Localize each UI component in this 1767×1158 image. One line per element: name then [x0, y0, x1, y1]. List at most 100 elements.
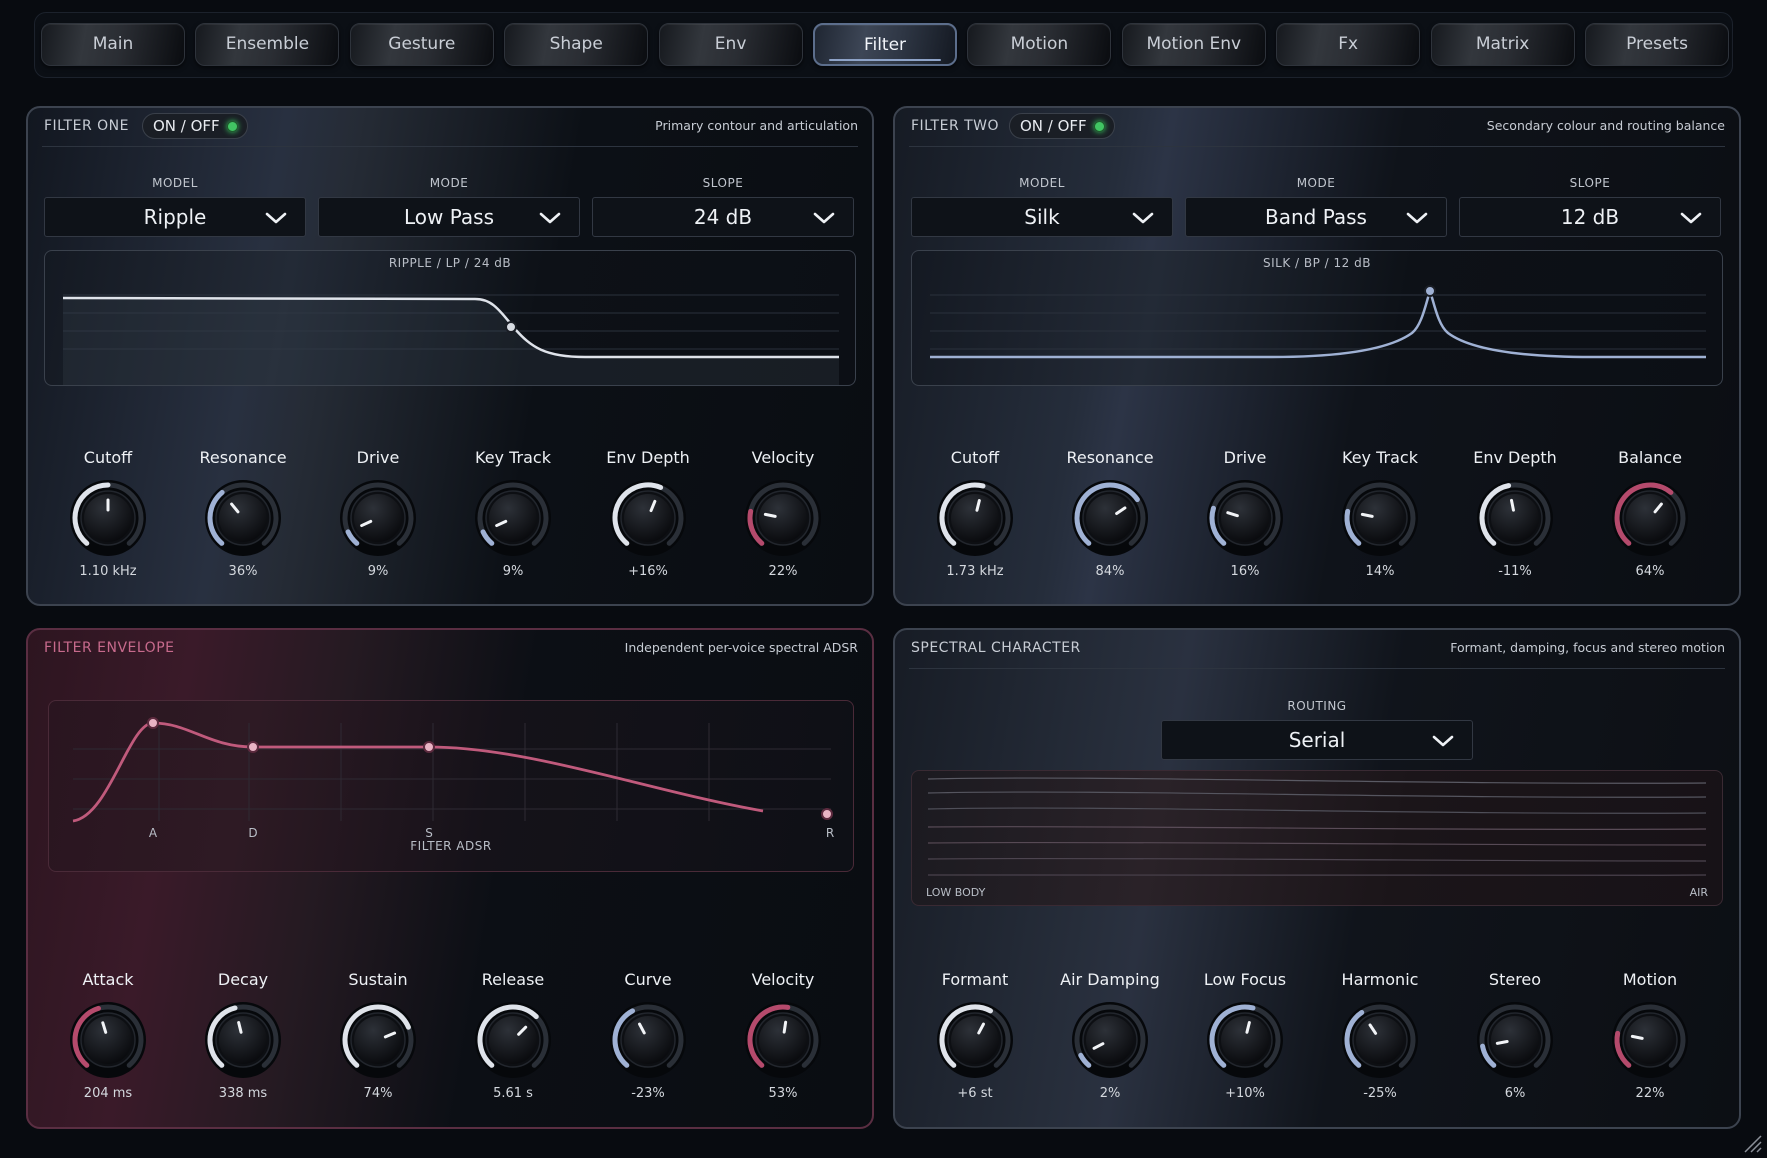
toggle-label: ON / OFF: [1020, 117, 1087, 135]
knob-value: -11%: [1498, 564, 1532, 579]
select-value: Band Pass: [1265, 205, 1367, 229]
knob-value: 22%: [768, 564, 798, 579]
knob-value: 64%: [1635, 564, 1665, 579]
knob-label: Release: [481, 970, 545, 989]
knob-dial-icon: [1072, 1002, 1148, 1078]
tab-presets[interactable]: Presets: [1585, 23, 1729, 66]
knob-label: Air Damping: [1060, 970, 1160, 989]
knob-drive[interactable]: Drive 9%: [318, 448, 438, 579]
knob-attack[interactable]: Attack 204 ms: [48, 970, 168, 1101]
filter-two-power-toggle[interactable]: ON / OFF: [1009, 113, 1115, 139]
filter-one-response-graph[interactable]: RIPPLE / LP / 24 dB: [44, 250, 856, 386]
sustain-point-label: S: [425, 826, 433, 840]
knob-dial-icon: [745, 1002, 821, 1078]
tab-motion[interactable]: Motion: [967, 23, 1112, 66]
knob-low-focus[interactable]: Low Focus +10%: [1185, 970, 1305, 1101]
knob-value: 16%: [1230, 564, 1260, 579]
knob-label: Curve: [624, 970, 672, 989]
knob-value: 204 ms: [83, 1086, 133, 1101]
chevron-down-icon: [1132, 212, 1154, 224]
filter-two-model-select[interactable]: Silk: [911, 197, 1173, 237]
knob-release[interactable]: Release 5.61 s: [453, 970, 573, 1101]
knob-label: Formant: [941, 970, 1009, 989]
filter-one-model-select[interactable]: Ripple: [44, 197, 306, 237]
resize-grip-icon[interactable]: [1741, 1132, 1763, 1154]
knob-resonance[interactable]: Resonance 36%: [183, 448, 303, 579]
decay-point-icon: [247, 741, 259, 753]
tab-gesture[interactable]: Gesture: [349, 23, 494, 66]
routing-label: ROUTING: [1287, 699, 1347, 713]
knob-label: Stereo: [1488, 970, 1542, 989]
knob-label: Drive: [356, 448, 400, 467]
filter-adsr-graph[interactable]: A D S R FILTER ADSR: [48, 700, 854, 872]
filter-one-slope-select[interactable]: 24 dB: [592, 197, 854, 237]
knob-stereo[interactable]: Stereo 6%: [1455, 970, 1575, 1101]
air-label: AIR: [1689, 886, 1708, 899]
knob-key-track[interactable]: Key Track 9%: [453, 448, 573, 579]
knob-harmonic[interactable]: Harmonic -25%: [1320, 970, 1440, 1101]
knob-dial-icon: [610, 1002, 686, 1078]
knob-label: Decay: [217, 970, 269, 989]
knob-label: Velocity: [751, 448, 815, 467]
knob-air-damping[interactable]: Air Damping 2%: [1050, 970, 1170, 1101]
release-point-label: R: [826, 826, 834, 840]
knob-resonance[interactable]: Resonance 84%: [1050, 448, 1170, 579]
tab-main[interactable]: Main: [41, 23, 185, 66]
knob-formant[interactable]: Formant +6 st: [915, 970, 1035, 1101]
cutoff-handle-icon: [505, 321, 517, 333]
knob-key-track[interactable]: Key Track 14%: [1320, 448, 1440, 579]
knob-env-depth[interactable]: Env Depth -11%: [1455, 448, 1575, 579]
knob-label: Env Depth: [606, 448, 690, 467]
spectral-character-display: LOW BODY AIR: [911, 770, 1723, 906]
knob-label: Low Focus: [1203, 970, 1287, 989]
graph-caption: FILTER ADSR: [410, 839, 492, 853]
knob-sustain[interactable]: Sustain 74%: [318, 970, 438, 1101]
knob-velocity[interactable]: Velocity 53%: [723, 970, 843, 1101]
panel-subtitle: Independent per-voice spectral ADSR: [624, 640, 858, 655]
tab-bar: Main Ensemble Gesture Shape Env Filter Motion M…: [34, 12, 1733, 78]
chevron-down-icon: [1432, 735, 1454, 747]
knob-label: Drive: [1223, 448, 1267, 467]
knob-drive[interactable]: Drive 16%: [1185, 448, 1305, 579]
tab-shape[interactable]: Shape: [504, 23, 649, 66]
filter-two-response-graph[interactable]: SILK / BP / 12 dB: [911, 250, 1723, 386]
tab-matrix[interactable]: Matrix: [1430, 23, 1575, 66]
knob-curve[interactable]: Curve -23%: [588, 970, 708, 1101]
knob-label: Key Track: [475, 448, 551, 467]
knob-dial-icon: [1342, 480, 1418, 556]
knob-cutoff[interactable]: Cutoff 1.73 kHz: [915, 448, 1035, 579]
cutoff-handle-icon: [1424, 285, 1436, 297]
knob-dial-icon: [745, 480, 821, 556]
tab-motion-env[interactable]: Motion Env: [1121, 23, 1266, 66]
filter-one-mode-select[interactable]: Low Pass: [318, 197, 580, 237]
tab-ensemble[interactable]: Ensemble: [195, 23, 340, 66]
knob-label: Resonance: [1066, 448, 1154, 467]
knob-label: Velocity: [751, 970, 815, 989]
spectral-character-panel: SPECTRAL CHARACTER Formant, damping, foc…: [893, 628, 1741, 1129]
knob-motion[interactable]: Motion 22%: [1590, 970, 1710, 1101]
filter-two-slope-select[interactable]: 12 dB: [1459, 197, 1721, 237]
knob-value: 6%: [1504, 1086, 1526, 1101]
knob-dial-icon: [937, 480, 1013, 556]
knob-env-depth[interactable]: Env Depth +16%: [588, 448, 708, 579]
tab-fx[interactable]: Fx: [1276, 23, 1421, 66]
filter-two-mode-select[interactable]: Band Pass: [1185, 197, 1447, 237]
panel-subtitle: Formant, damping, focus and stereo motio…: [1450, 640, 1725, 655]
knob-cutoff[interactable]: Cutoff 1.10 kHz: [48, 448, 168, 579]
knob-dial-icon: [1207, 480, 1283, 556]
knob-value: 74%: [363, 1086, 393, 1101]
routing-select[interactable]: Serial: [1161, 720, 1473, 760]
knob-dial-icon: [1207, 1002, 1283, 1078]
bandpass-curve: [930, 285, 1706, 359]
knob-label: Balance: [1618, 448, 1682, 467]
knob-dial-icon: [1477, 480, 1553, 556]
tab-env[interactable]: Env: [658, 23, 803, 66]
panel-title: FILTER ENVELOPE: [44, 640, 175, 656]
knob-decay[interactable]: Decay 338 ms: [183, 970, 303, 1101]
knob-value: 84%: [1095, 564, 1125, 579]
filter-one-power-toggle[interactable]: ON / OFF: [142, 113, 248, 139]
knob-velocity[interactable]: Velocity 22%: [723, 448, 843, 579]
knob-dial-icon: [1612, 1002, 1688, 1078]
tab-filter[interactable]: Filter: [813, 23, 957, 66]
knob-balance[interactable]: Balance 64%: [1590, 448, 1710, 579]
